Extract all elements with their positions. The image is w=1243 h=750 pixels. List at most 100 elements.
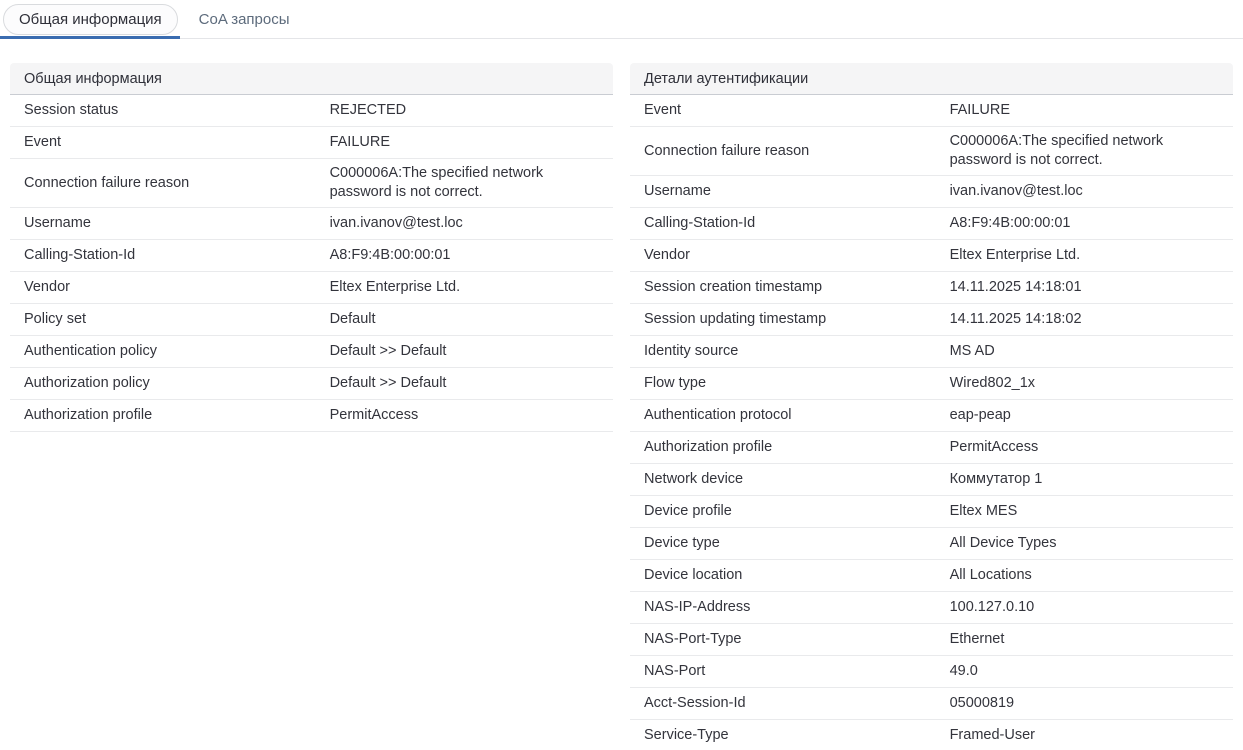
- table-row: Calling-Station-Id A8:F9:4B:00:00:01: [630, 208, 1233, 241]
- row-value: MS AD: [949, 343, 995, 360]
- row-value: Eltex Enterprise Ltd.: [329, 279, 461, 296]
- table-row: Flow type Wired802_1x: [630, 368, 1233, 401]
- row-value: Коммутатор 1: [949, 471, 1043, 488]
- row-value: All Locations: [949, 567, 1032, 584]
- row-value: FAILURE: [329, 133, 391, 150]
- row-value: A8:F9:4B:00:00:01: [949, 215, 1071, 232]
- row-label: Authorization profile: [24, 407, 153, 424]
- table-row: Policy set Default: [10, 304, 613, 337]
- table-row: Session creation timestamp 14.11.2025 14…: [630, 272, 1233, 305]
- row-label: Event: [644, 101, 682, 118]
- table-row: NAS-Port 49.0: [630, 656, 1233, 689]
- row-value: Default: [329, 311, 376, 328]
- row-label: Service-Type: [644, 727, 729, 744]
- row-value: Eltex MES: [949, 503, 1018, 520]
- table-row: Session updating timestamp 14.11.2025 14…: [630, 304, 1233, 337]
- tab-bar: Общая информация CoA запросы: [0, 0, 1243, 39]
- tab-coa-requests-label: CoA запросы: [198, 10, 290, 28]
- table-row: Authentication policy Default >> Default: [10, 336, 613, 369]
- row-label: Event: [24, 133, 62, 150]
- table-row: Device location All Locations: [630, 560, 1233, 593]
- panel-auth-details-rows: Event FAILURE Connection failure reason …: [630, 95, 1233, 750]
- table-row: Network device Коммутатор 1: [630, 464, 1233, 497]
- row-value: 05000819: [949, 695, 1015, 712]
- row-label: Authentication protocol: [644, 407, 792, 424]
- table-row: Device profile Eltex MES: [630, 496, 1233, 529]
- table-row: Authorization profile PermitAccess: [630, 432, 1233, 465]
- row-label: Authorization policy: [24, 375, 150, 392]
- table-row: Event FAILURE: [10, 127, 613, 159]
- row-label: Authorization profile: [644, 439, 773, 456]
- row-label: Session creation timestamp: [644, 279, 823, 296]
- row-label: NAS-Port: [644, 663, 706, 680]
- table-row: Vendor Eltex Enterprise Ltd.: [630, 240, 1233, 273]
- row-value: PermitAccess: [329, 407, 419, 424]
- row-value: Wired802_1x: [949, 375, 1036, 392]
- panels-container: Общая информация Session status REJECTED…: [0, 63, 1243, 750]
- row-label: Session status: [24, 101, 119, 118]
- row-value: Ethernet: [949, 631, 1005, 648]
- table-row: Identity source MS AD: [630, 336, 1233, 369]
- table-row: Username ivan.ivanov@test.loc: [10, 208, 613, 241]
- table-row: Device type All Device Types: [630, 528, 1233, 561]
- table-row: Vendor Eltex Enterprise Ltd.: [10, 272, 613, 305]
- table-row: NAS-Port-Type Ethernet: [630, 624, 1233, 657]
- table-row: Acct-Session-Id 05000819: [630, 688, 1233, 721]
- row-value: Default >> Default: [329, 343, 447, 360]
- table-row: Authentication protocol eap-peap: [630, 400, 1233, 433]
- row-label: Vendor: [24, 279, 70, 296]
- row-value: All Device Types: [949, 535, 1057, 552]
- row-value: 49.0: [949, 663, 978, 680]
- row-value: A8:F9:4B:00:00:01: [329, 247, 451, 264]
- row-label: Acct-Session-Id: [644, 695, 746, 712]
- row-label: NAS-IP-Address: [644, 599, 751, 616]
- row-label: Device profile: [644, 503, 732, 520]
- row-label: Connection failure reason: [24, 174, 190, 191]
- table-row: Username ivan.ivanov@test.loc: [630, 176, 1233, 209]
- table-row: Event FAILURE: [630, 95, 1233, 127]
- row-label: Policy set: [24, 311, 87, 328]
- row-value: 100.127.0.10: [949, 599, 1035, 616]
- table-row: Authorization policy Default >> Default: [10, 368, 613, 401]
- row-label: Username: [644, 183, 711, 200]
- table-row: Connection failure reason C000006A:The s…: [10, 159, 613, 209]
- row-value: Default >> Default: [329, 375, 447, 392]
- row-value: 14.11.2025 14:18:01: [949, 279, 1082, 296]
- row-value: Eltex Enterprise Ltd.: [949, 247, 1081, 264]
- tab-general-info[interactable]: Общая информация: [0, 0, 180, 39]
- table-row: Connection failure reason C000006A:The s…: [630, 127, 1233, 177]
- panel-auth-details: Детали аутентификации Event FAILURE Conn…: [630, 63, 1233, 750]
- row-label: Authentication policy: [24, 343, 157, 360]
- row-label: Device type: [644, 535, 720, 552]
- row-label: Username: [24, 215, 91, 232]
- row-label: NAS-Port-Type: [644, 631, 742, 648]
- table-row: NAS-IP-Address 100.127.0.10: [630, 592, 1233, 625]
- row-label: Vendor: [644, 247, 690, 264]
- row-label: Device location: [644, 567, 743, 584]
- row-value: REJECTED: [329, 101, 407, 118]
- table-row: Session status REJECTED: [10, 95, 613, 127]
- row-label: Calling-Station-Id: [644, 215, 756, 232]
- row-label: Network device: [644, 471, 744, 488]
- row-label: Calling-Station-Id: [24, 247, 136, 264]
- row-label: Session updating timestamp: [644, 311, 827, 328]
- table-row: Service-Type Framed-User: [630, 720, 1233, 750]
- panel-auth-details-title: Детали аутентификации: [630, 63, 1233, 95]
- row-value: 14.11.2025 14:18:02: [949, 311, 1082, 328]
- tab-coa-requests[interactable]: CoA запросы: [180, 0, 308, 38]
- tab-general-info-label: Общая информация: [3, 3, 178, 35]
- row-value: ivan.ivanov@test.loc: [949, 183, 1083, 200]
- row-value: PermitAccess: [949, 439, 1039, 456]
- panel-general-info: Общая информация Session status REJECTED…: [10, 63, 613, 433]
- row-label: Connection failure reason: [644, 142, 810, 159]
- row-label: Flow type: [644, 375, 707, 392]
- row-value: ivan.ivanov@test.loc: [329, 215, 463, 232]
- row-value: FAILURE: [949, 101, 1011, 118]
- row-value: eap-peap: [949, 407, 1011, 424]
- row-value: C000006A:The specified network password …: [949, 133, 1164, 169]
- row-label: Identity source: [644, 343, 739, 360]
- row-value: Framed-User: [949, 727, 1035, 744]
- table-row: Calling-Station-Id A8:F9:4B:00:00:01: [10, 240, 613, 273]
- panel-general-info-rows: Session status REJECTED Event FAILURE Co…: [10, 95, 613, 433]
- row-value: C000006A:The specified network password …: [329, 165, 544, 201]
